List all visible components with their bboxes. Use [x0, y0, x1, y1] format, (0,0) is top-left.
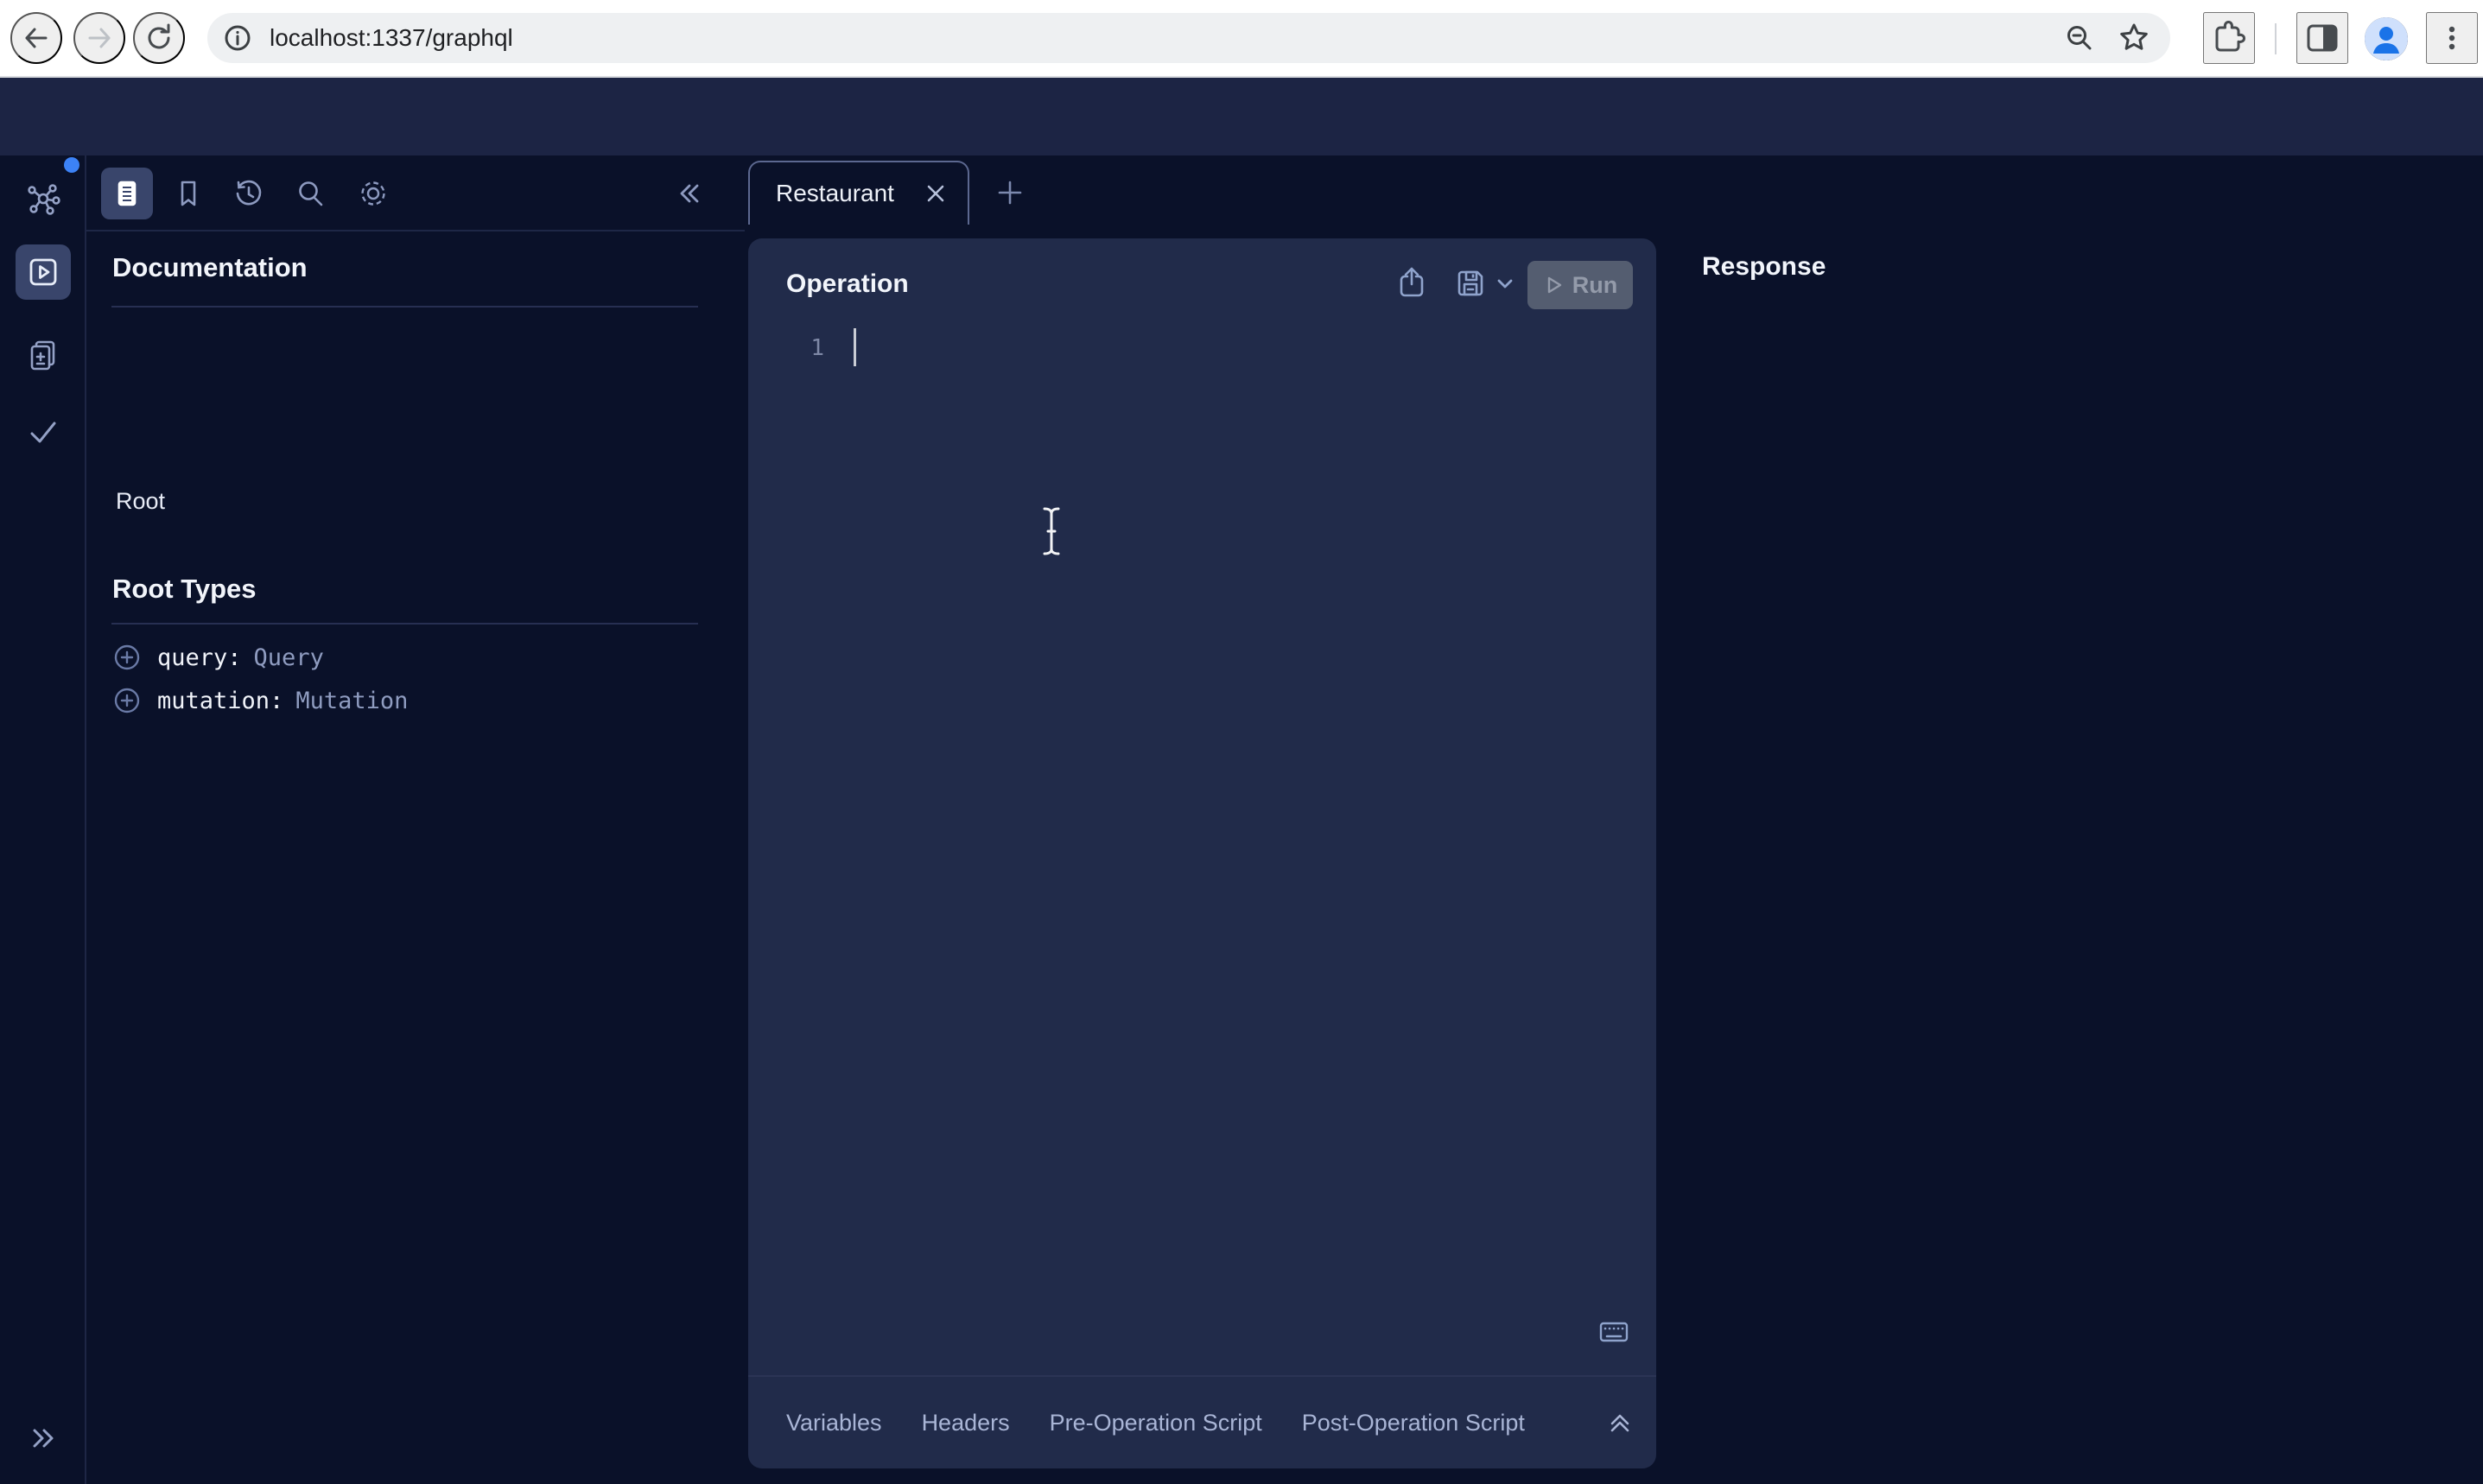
close-icon: [923, 181, 949, 206]
operation-editor[interactable]: [843, 321, 1630, 1358]
browser-reload-button[interactable]: [133, 12, 185, 64]
tab-post-operation-script[interactable]: Post-Operation Script: [1302, 1410, 1525, 1436]
tab-pre-operation-script[interactable]: Pre-Operation Script: [1050, 1410, 1262, 1436]
tab-headers[interactable]: Headers: [922, 1410, 1010, 1436]
site-info-icon[interactable]: [221, 22, 254, 54]
chevron-down-icon: [1494, 272, 1516, 295]
gear-icon: [357, 177, 390, 210]
tab-variables[interactable]: Variables: [786, 1410, 882, 1436]
keyboard-icon: [1597, 1315, 1631, 1349]
saved-operations-button[interactable]: [162, 168, 214, 219]
browser-toolbar: localhost:1337/graphql: [0, 0, 2483, 78]
schema-notification-dot: [64, 157, 79, 173]
divider: [111, 623, 698, 625]
save-options-chevron-button[interactable]: [1488, 259, 1522, 308]
browser-profile-button[interactable]: [2365, 17, 2408, 60]
add-query-button[interactable]: [112, 643, 142, 672]
mouse-cursor-ibeam: [1037, 504, 1066, 558]
sidebar-item-schema[interactable]: [16, 173, 71, 228]
bookmark-star-icon[interactable]: [2117, 21, 2151, 55]
tab-label: Restaurant: [776, 180, 894, 207]
checkmark-icon: [24, 413, 62, 451]
toolbar-divider: [2275, 23, 2277, 54]
save-floppy-icon: [1452, 265, 1489, 301]
double-chevron-right-icon: [26, 1421, 60, 1455]
collapse-bottom-panel-button[interactable]: [1604, 1407, 1635, 1438]
url-text[interactable]: localhost:1337/graphql: [270, 24, 513, 52]
zoom-out-icon[interactable]: [2063, 22, 2096, 54]
browser-extensions-button[interactable]: [2203, 12, 2255, 64]
operation-title: Operation: [786, 270, 909, 299]
editor-line-number: 1: [798, 335, 824, 361]
double-chevron-left-icon: [672, 176, 707, 211]
kebab-menu-icon: [2436, 22, 2467, 54]
collapse-panel-button[interactable]: [664, 168, 715, 219]
documentation-toolbar: [86, 155, 745, 231]
browser-menu-button[interactable]: [2426, 12, 2478, 64]
history-button[interactable]: [223, 168, 275, 219]
double-chevron-up-icon: [1604, 1407, 1635, 1438]
add-mutation-button[interactable]: [112, 686, 142, 715]
arrow-right-icon: [84, 22, 115, 54]
browser-side-panel-button[interactable]: [2296, 12, 2348, 64]
document-list-icon: [111, 178, 143, 209]
side-panel-icon: [2304, 20, 2340, 56]
app-header: A SANDBOX http://localhost:1337/gra… Pub…: [0, 78, 2483, 155]
keyboard-shortcuts-button[interactable]: [1591, 1310, 1636, 1354]
left-nav-rail: [0, 155, 86, 1484]
search-button[interactable]: [284, 168, 336, 219]
operation-panel: Operation Run 1: [748, 238, 1656, 1468]
close-tab-button[interactable]: [923, 181, 949, 206]
doc-root-item: Root: [116, 488, 165, 515]
sidebar-item-explorer[interactable]: [16, 244, 71, 300]
explorer-settings-button[interactable]: [347, 168, 399, 219]
reload-icon: [143, 22, 175, 54]
share-operation-button[interactable]: [1388, 259, 1436, 308]
app-body: Documentation Root Root Types query:Quer…: [0, 155, 2483, 1484]
root-type-mutation-row: mutation:Mutation: [112, 679, 408, 722]
arrow-left-icon: [21, 22, 52, 54]
browser-forward-button[interactable]: [73, 12, 125, 64]
run-label: Run: [1572, 272, 1617, 299]
run-button[interactable]: Run: [1527, 261, 1633, 309]
history-clock-icon: [232, 177, 265, 210]
documentation-panel: Documentation Root Root Types query:Quer…: [86, 155, 745, 1484]
operation-bottom-bar: Variables Headers Pre-Operation Script P…: [786, 1377, 1635, 1468]
sidebar-item-checks[interactable]: [16, 404, 71, 460]
explorer-play-icon: [26, 255, 60, 289]
root-type-query-row: query:Query: [112, 636, 324, 679]
browser-address-bar[interactable]: localhost:1337/graphql: [207, 13, 2170, 63]
graph-schema-icon: [24, 181, 62, 219]
query-field-label[interactable]: query:Query: [157, 644, 324, 671]
plus-icon: [994, 177, 1026, 208]
browser-back-button[interactable]: [10, 12, 62, 64]
documentation-tab-button[interactable]: [101, 168, 153, 219]
add-tab-button[interactable]: [988, 171, 1032, 214]
share-icon: [1394, 265, 1430, 301]
changelog-diff-icon: [25, 337, 61, 373]
puzzle-icon: [2211, 20, 2247, 56]
root-types-title: Root Types: [112, 574, 257, 605]
divider: [111, 306, 698, 308]
expand-rail-button[interactable]: [16, 1411, 71, 1466]
mutation-field-label[interactable]: mutation:Mutation: [157, 688, 408, 714]
documentation-title: Documentation: [112, 252, 308, 283]
run-play-icon: [1543, 275, 1564, 295]
avatar: [2365, 17, 2408, 60]
response-title: Response: [1702, 252, 1826, 282]
bookmark-icon: [173, 178, 204, 209]
search-icon: [294, 177, 327, 210]
tab-restaurant[interactable]: Restaurant: [748, 161, 969, 225]
sidebar-item-changelog[interactable]: [16, 327, 71, 383]
